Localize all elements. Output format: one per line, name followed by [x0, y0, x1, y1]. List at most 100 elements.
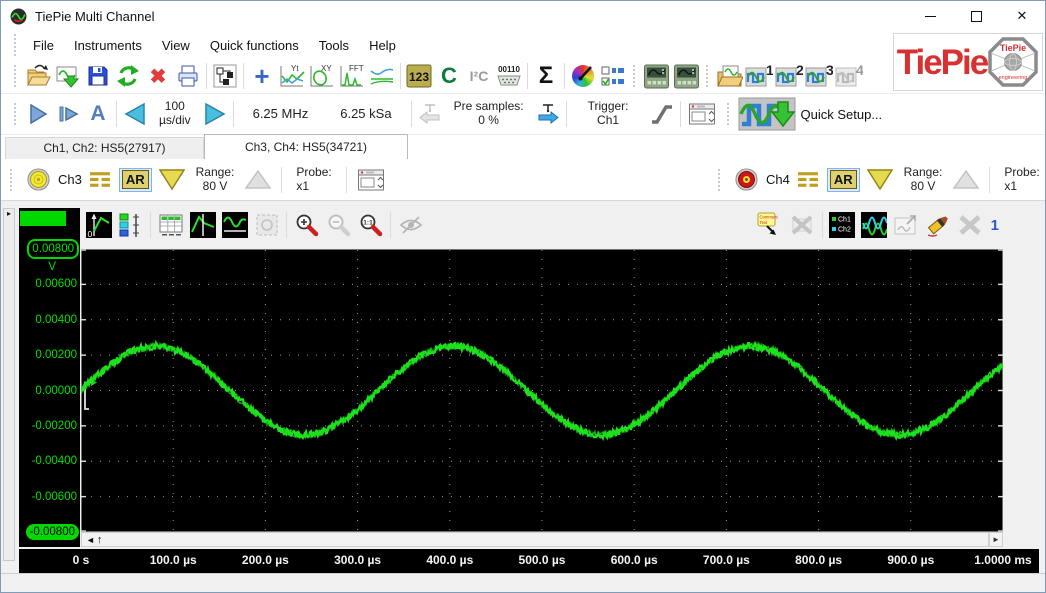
axis-zero-button[interactable]: 0	[83, 210, 114, 240]
toolbar-grip[interactable]	[632, 65, 637, 87]
one-shot-button[interactable]	[53, 100, 83, 128]
y-axis-panel[interactable]: 0.008000.006000.004000.002000.00000-0.00…	[19, 208, 80, 547]
right-arrow-icon	[201, 101, 229, 127]
timebase-number: 100	[165, 99, 185, 113]
y-axis-label[interactable]: -0.00800	[26, 524, 79, 540]
coupling-icon[interactable]	[797, 171, 820, 188]
graph-splitter-strip[interactable]: ▸	[3, 208, 15, 561]
instrument-1-button[interactable]	[641, 62, 671, 90]
autosetup-button[interactable]: A	[83, 100, 113, 128]
colors-button[interactable]	[568, 62, 598, 90]
panel-collapse-arrow-icon[interactable]: ▸	[7, 209, 11, 218]
legend-icon: Ch1 Ch2	[829, 212, 855, 238]
start-button[interactable]	[23, 100, 53, 128]
i2c-analyzer-button[interactable]: I²C	[464, 62, 494, 90]
save-button[interactable]	[83, 62, 113, 90]
open-button[interactable]	[23, 62, 53, 90]
xy-graph-button[interactable]: XY	[307, 62, 337, 90]
tab-ch3-ch4-hs5[interactable]: Ch3, Ch4: HS5(34721)	[204, 134, 408, 159]
setfile-2-button[interactable]: 2	[774, 62, 804, 90]
scroll-left-arrow-icon[interactable]: ◄	[86, 535, 95, 545]
sum-button[interactable]: Σ	[531, 62, 561, 90]
autorange-button[interactable]: AR	[119, 168, 152, 192]
coupling-icon[interactable]	[89, 171, 112, 188]
setfile-3-button[interactable]: 3	[804, 62, 834, 90]
toolbar-grip[interactable]	[9, 169, 14, 191]
range-down-triangle-icon[interactable]	[867, 168, 893, 191]
menu-quick-functions[interactable]: Quick functions	[200, 34, 309, 57]
clear-graph-button[interactable]	[955, 210, 986, 240]
object-tree-button[interactable]	[210, 62, 240, 90]
toolbar-grip[interactable]	[726, 103, 731, 125]
toolbar-grip[interactable]	[13, 103, 18, 125]
channel-visibility-button[interactable]	[115, 210, 146, 240]
x-axis-bar[interactable]: 0 s100.0 µs200.0 µs300.0 µs400.0 µs500.0…	[19, 549, 1039, 573]
plot-region[interactable]	[81, 249, 1003, 532]
menu-view[interactable]: View	[152, 34, 200, 57]
scope-c-button[interactable]: C	[434, 62, 464, 90]
scroll-right-button[interactable]: ►	[989, 532, 1003, 547]
sample-rate-value[interactable]: 6.25 MHz	[253, 107, 309, 122]
meter-button[interactable]: 123	[404, 62, 434, 90]
quick-setup-label[interactable]: Quick Setup...	[801, 107, 883, 122]
yt-graph-button[interactable]: Yt	[277, 62, 307, 90]
range-down-triangle-icon[interactable]	[159, 168, 185, 191]
menubar-grip[interactable]	[13, 34, 18, 56]
add-graph-button[interactable]: +	[247, 62, 277, 90]
timebase-slower-button[interactable]	[120, 100, 150, 128]
close-button[interactable]: ✕	[999, 1, 1045, 31]
refresh-icon	[115, 63, 141, 89]
timebase-value: 100µs/div	[159, 100, 191, 128]
quick-setup-button[interactable]	[737, 95, 797, 133]
fft-graph-button[interactable]: FFT	[337, 62, 367, 90]
pre-samples-increase-button[interactable]	[533, 100, 563, 128]
svg-text:TiePie: TiePie	[1000, 43, 1026, 53]
autorange-label: AR	[830, 170, 857, 189]
tab-ch1-ch2-hs5[interactable]: Ch1, Ch2: HS5(27917)	[5, 137, 204, 159]
traces-button[interactable]	[859, 210, 890, 240]
minimize-button[interactable]	[907, 1, 953, 31]
settings-list-button[interactable]	[598, 62, 628, 90]
i2c-icon: I²C	[470, 68, 489, 84]
maximize-button[interactable]	[953, 1, 999, 31]
erase-button[interactable]	[923, 210, 954, 240]
table-icon	[158, 212, 184, 238]
y-axis-label[interactable]: 0.00800	[27, 239, 79, 259]
yt-plot[interactable]	[81, 249, 1003, 532]
line-graph-button[interactable]	[367, 62, 397, 90]
toolbar-grip[interactable]	[717, 169, 722, 191]
menu-file[interactable]: File	[23, 34, 64, 57]
trigger-settings-button[interactable]	[684, 100, 720, 128]
trigger-slope-button[interactable]	[647, 100, 677, 128]
menu-instruments[interactable]: Instruments	[64, 34, 152, 57]
add-comment-button[interactable]: Comment Text	[755, 210, 786, 240]
load-setfile-button[interactable]	[714, 62, 744, 90]
menu-help[interactable]: Help	[359, 34, 406, 57]
probe-display: Probe:x1	[1004, 166, 1039, 194]
horizontal-cursor-button[interactable]	[219, 210, 250, 240]
toolbar-grip[interactable]	[705, 65, 710, 87]
time-scrollbar[interactable]: ◄ ↑	[81, 532, 989, 547]
timebase-faster-button[interactable]	[200, 100, 230, 128]
refresh-button[interactable]	[113, 62, 143, 90]
delete-button[interactable]: ✖	[143, 62, 173, 90]
channel-settings-dialog-icon[interactable]	[357, 168, 385, 192]
vertical-cursor-button[interactable]	[187, 210, 218, 240]
trigger-position-marker-icon[interactable]: ↑	[97, 534, 103, 546]
serial-analyzer-button[interactable]: 00110	[494, 62, 524, 90]
autorange-button[interactable]: AR	[827, 168, 860, 192]
toolbar-grip[interactable]	[13, 65, 18, 87]
save-data-button[interactable]	[53, 62, 83, 90]
toolbar-separator	[243, 63, 244, 89]
value-table-button[interactable]	[155, 210, 186, 240]
legend-button[interactable]: Ch1 Ch2	[827, 210, 858, 240]
instrument-2-button[interactable]	[671, 62, 701, 90]
record-length-value[interactable]: 6.25 kSa	[340, 107, 391, 122]
zoom-reset-button[interactable]: 1:1	[355, 210, 386, 240]
print-button[interactable]	[173, 62, 203, 90]
pre-samples-decrease-button[interactable]	[415, 100, 445, 128]
menu-tools[interactable]: Tools	[309, 34, 359, 57]
setfile-4-button[interactable]: 4	[834, 62, 864, 90]
zoom-in-button[interactable]	[291, 210, 322, 240]
setfile-1-button[interactable]: 1	[744, 62, 774, 90]
